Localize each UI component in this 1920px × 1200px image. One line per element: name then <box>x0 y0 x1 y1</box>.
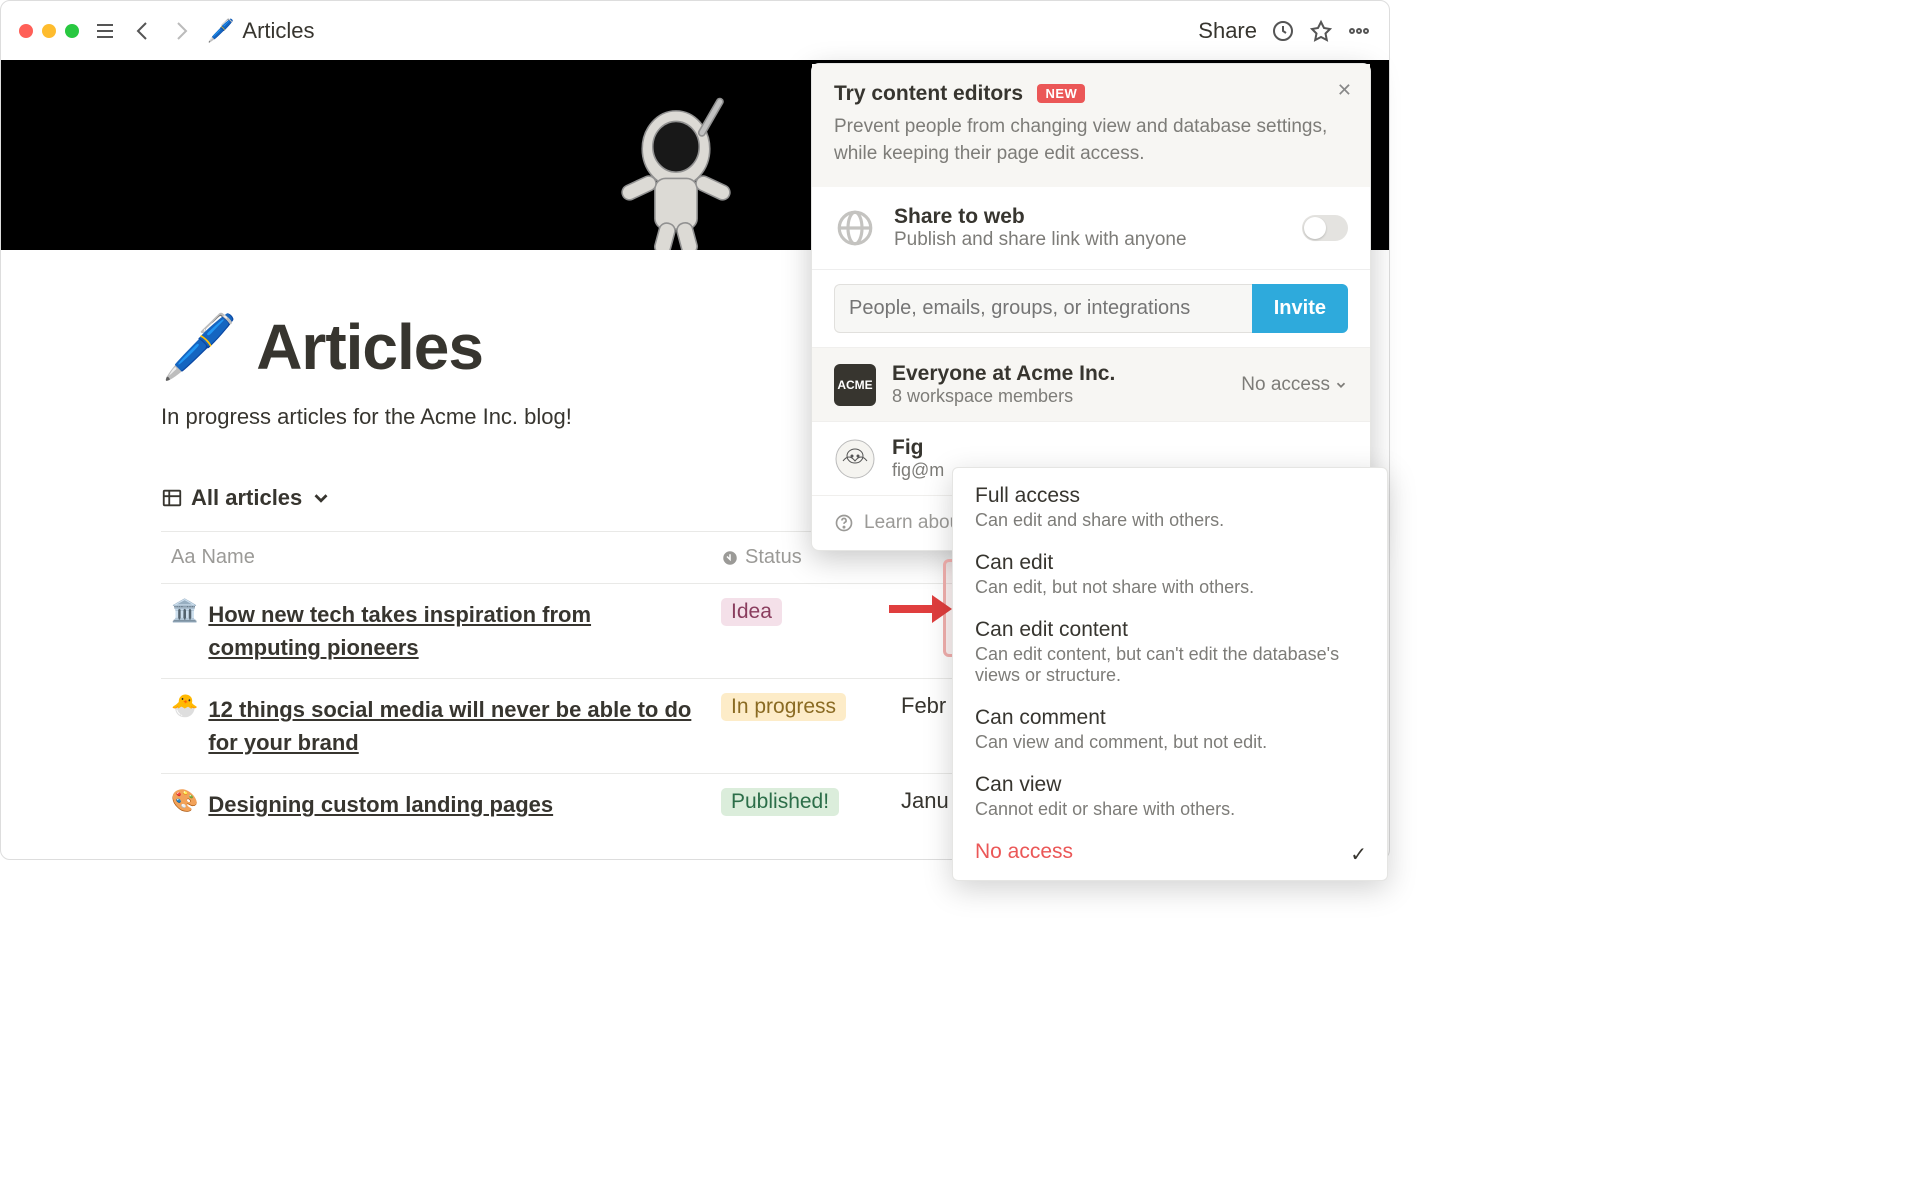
status-badge: Published! <box>721 788 839 816</box>
workspace-sub: 8 workspace members <box>892 386 1115 407</box>
workspace-avatar: ACME <box>834 364 876 406</box>
row-title: 12 things social media will never be abl… <box>208 693 701 759</box>
user-name: Fig <box>892 436 944 460</box>
perm-option-desc: Cannot edit or share with others. <box>975 799 1365 820</box>
user-avatar <box>834 438 876 480</box>
share-panel: Try content editors NEW ✕ Prevent people… <box>811 63 1371 551</box>
minimize-window[interactable] <box>42 24 56 38</box>
permission-option[interactable]: Can commentCan view and comment, but not… <box>953 696 1387 763</box>
check-icon: ✓ <box>1350 842 1367 867</box>
perm-option-title: Full access <box>975 484 1365 508</box>
permission-option[interactable]: Can viewCannot edit or share with others… <box>953 763 1387 830</box>
page-title[interactable]: Articles <box>256 310 483 384</box>
perm-option-desc: Can view and comment, but not edit. <box>975 732 1365 753</box>
row-emoji: 🏛️ <box>171 598 198 664</box>
workspace-access-row[interactable]: ACME Everyone at Acme Inc. 8 workspace m… <box>812 347 1370 421</box>
globe-icon <box>834 207 876 249</box>
maximize-window[interactable] <box>65 24 79 38</box>
updates-icon[interactable] <box>1271 19 1295 43</box>
perm-option-title: Can edit content <box>975 618 1365 642</box>
perm-option-title: Can view <box>975 773 1365 797</box>
topbar: 🖊️ Articles Share <box>1 1 1389 60</box>
workspace-name: Everyone at Acme Inc. <box>892 362 1115 386</box>
view-label: All articles <box>191 485 302 511</box>
promo-title: Try content editors <box>834 82 1023 106</box>
status-badge: In progress <box>721 693 846 721</box>
astronaut-image <box>561 75 791 250</box>
perm-option-title: Can comment <box>975 706 1365 730</box>
chevron-down-icon <box>1334 378 1348 392</box>
close-window[interactable] <box>19 24 33 38</box>
help-icon <box>834 513 854 533</box>
perm-option-desc: Can edit content, but can't edit the dat… <box>975 644 1365 686</box>
annotation-arrow <box>884 589 952 639</box>
perm-option-title: Can edit <box>975 551 1365 575</box>
menu-icon[interactable] <box>93 19 117 43</box>
permission-option[interactable]: Can edit contentCan edit content, but ca… <box>953 608 1387 696</box>
share-to-web-row: Share to web Publish and share link with… <box>812 187 1370 270</box>
promo-description: Prevent people from changing view and da… <box>834 114 1348 167</box>
share-button[interactable]: Share <box>1198 18 1257 44</box>
share-web-toggle[interactable] <box>1302 215 1348 241</box>
invite-button[interactable]: Invite <box>1252 284 1348 333</box>
table-icon <box>161 487 183 509</box>
status-badge: Idea <box>721 598 782 626</box>
permission-menu: Full accessCan edit and share with other… <box>952 467 1388 881</box>
user-email: fig@m <box>892 460 944 481</box>
permission-option[interactable]: Full accessCan edit and share with other… <box>953 474 1387 541</box>
page-emoji[interactable]: 🖊️ <box>161 311 238 384</box>
promo-banner: Try content editors NEW ✕ Prevent people… <box>812 64 1370 187</box>
chevron-down-icon <box>310 487 332 509</box>
permission-option[interactable]: Can editCan edit, but not share with oth… <box>953 541 1387 608</box>
more-icon[interactable] <box>1347 19 1371 43</box>
invite-input[interactable] <box>834 284 1252 333</box>
breadcrumb-label: Articles <box>242 18 314 44</box>
row-emoji: 🎨 <box>171 788 198 821</box>
row-emoji: 🐣 <box>171 693 198 759</box>
row-title: How new tech takes inspiration from comp… <box>208 598 701 664</box>
breadcrumb-emoji: 🖊️ <box>207 18 234 44</box>
perm-option-desc: Can edit and share with others. <box>975 510 1365 531</box>
column-name[interactable]: AaName <box>161 532 711 584</box>
forward-icon <box>169 19 193 43</box>
perm-option-title: No access <box>975 840 1365 864</box>
new-badge: NEW <box>1037 84 1085 103</box>
close-icon[interactable]: ✕ <box>1337 80 1352 101</box>
permission-option[interactable]: No access✓ <box>953 830 1387 874</box>
breadcrumb[interactable]: 🖊️ Articles <box>207 18 315 44</box>
workspace-permission-selector[interactable]: No access <box>1241 374 1348 396</box>
invite-row: Invite <box>812 270 1370 347</box>
window-controls <box>19 24 79 38</box>
perm-option-desc: Can edit, but not share with others. <box>975 577 1365 598</box>
row-title: Designing custom landing pages <box>208 788 553 821</box>
share-web-title: Share to web <box>894 205 1187 229</box>
share-web-desc: Publish and share link with anyone <box>894 229 1187 251</box>
favorite-icon[interactable] <box>1309 19 1333 43</box>
back-icon[interactable] <box>131 19 155 43</box>
